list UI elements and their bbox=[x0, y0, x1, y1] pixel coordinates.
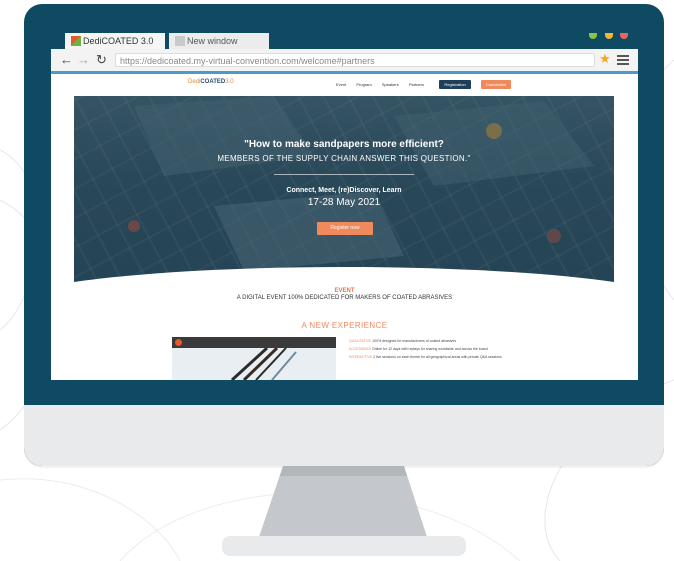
video-title-bar bbox=[172, 337, 336, 348]
tab-new-window[interactable]: New window bbox=[169, 33, 269, 49]
tab-label: New window bbox=[187, 36, 238, 46]
arrow-left-icon[interactable]: ← bbox=[60, 52, 73, 68]
feature-list: QUALITATIVE 100% designed for manufactur… bbox=[349, 339, 529, 363]
video-thumbnail bbox=[230, 348, 297, 380]
hero-title: "How to make sandpapers more efficient? bbox=[244, 139, 444, 150]
green-dot-icon[interactable] bbox=[589, 33, 598, 39]
star-icon[interactable]: ★ bbox=[599, 51, 611, 67]
blank-tab-icon bbox=[175, 36, 185, 46]
reload-icon[interactable]: ↻ bbox=[96, 52, 107, 68]
browser-window: DediCOATED 3.0 New window ← → ↻ https://… bbox=[51, 33, 638, 380]
nav-link-event[interactable]: Event bbox=[336, 82, 346, 87]
hero-wave bbox=[74, 267, 614, 286]
connection-button[interactable]: Connection bbox=[481, 80, 511, 89]
register-now-button[interactable]: Register now bbox=[317, 222, 373, 235]
channel-logo-icon bbox=[175, 339, 182, 346]
hero-tagline: Connect, Meet, (re)Discover, Learn bbox=[286, 187, 402, 194]
red-dot-icon[interactable] bbox=[620, 33, 628, 39]
site-nav: DediCOATED3.0 Event Program Speakers Par… bbox=[51, 74, 638, 96]
event-description: A DIGITAL EVENT 100% DEDICATED FOR MAKER… bbox=[236, 295, 453, 301]
feature-item: QUALITATIVE 100% designed for manufactur… bbox=[349, 339, 457, 343]
video-player[interactable] bbox=[172, 337, 336, 380]
address-bar: ← → ↻ https://dedicoated.my-virtual-conv… bbox=[51, 49, 638, 74]
url-input[interactable]: https://dedicoated.my-virtual-convention… bbox=[115, 53, 595, 67]
nav-links: Event Program Speakers Partners bbox=[336, 82, 433, 87]
yellow-dot-icon[interactable] bbox=[604, 33, 613, 39]
registration-button[interactable]: Registration bbox=[439, 80, 471, 89]
nav-link-speakers[interactable]: Speakers bbox=[382, 82, 399, 87]
feature-item: INTERACTIVE 2 live sessions on each them… bbox=[349, 355, 502, 359]
hero-divider bbox=[274, 174, 414, 175]
event-label: EVENT bbox=[334, 288, 355, 294]
hero-subtitle: MEMBERS OF THE SUPPLY CHAIN ANSWER THIS … bbox=[217, 154, 471, 163]
dedicoated-favicon-icon bbox=[71, 36, 81, 46]
tab-label: DediCOATED 3.0 bbox=[83, 36, 154, 46]
arrow-right-icon[interactable]: → bbox=[77, 52, 90, 68]
site-logo[interactable]: DediCOATED3.0 bbox=[188, 79, 234, 85]
hero-banner: "How to make sandpapers more efficient? … bbox=[74, 96, 614, 286]
tab-bar: DediCOATED 3.0 New window bbox=[51, 33, 638, 49]
nav-link-partners[interactable]: Partners bbox=[409, 82, 424, 87]
window-controls bbox=[586, 33, 628, 44]
website: DediCOATED3.0 Event Program Speakers Par… bbox=[51, 74, 638, 380]
tab-dedicoated[interactable]: DediCOATED 3.0 bbox=[65, 33, 165, 49]
hamburger-icon[interactable] bbox=[617, 55, 629, 65]
feature-item: ACCESSIBLE Online for 12 days with repla… bbox=[349, 347, 488, 351]
hero-dates: 17-28 May 2021 bbox=[307, 197, 381, 208]
experience-title: A NEW EXPERIENCE bbox=[301, 321, 388, 330]
nav-link-program[interactable]: Program bbox=[356, 82, 371, 87]
